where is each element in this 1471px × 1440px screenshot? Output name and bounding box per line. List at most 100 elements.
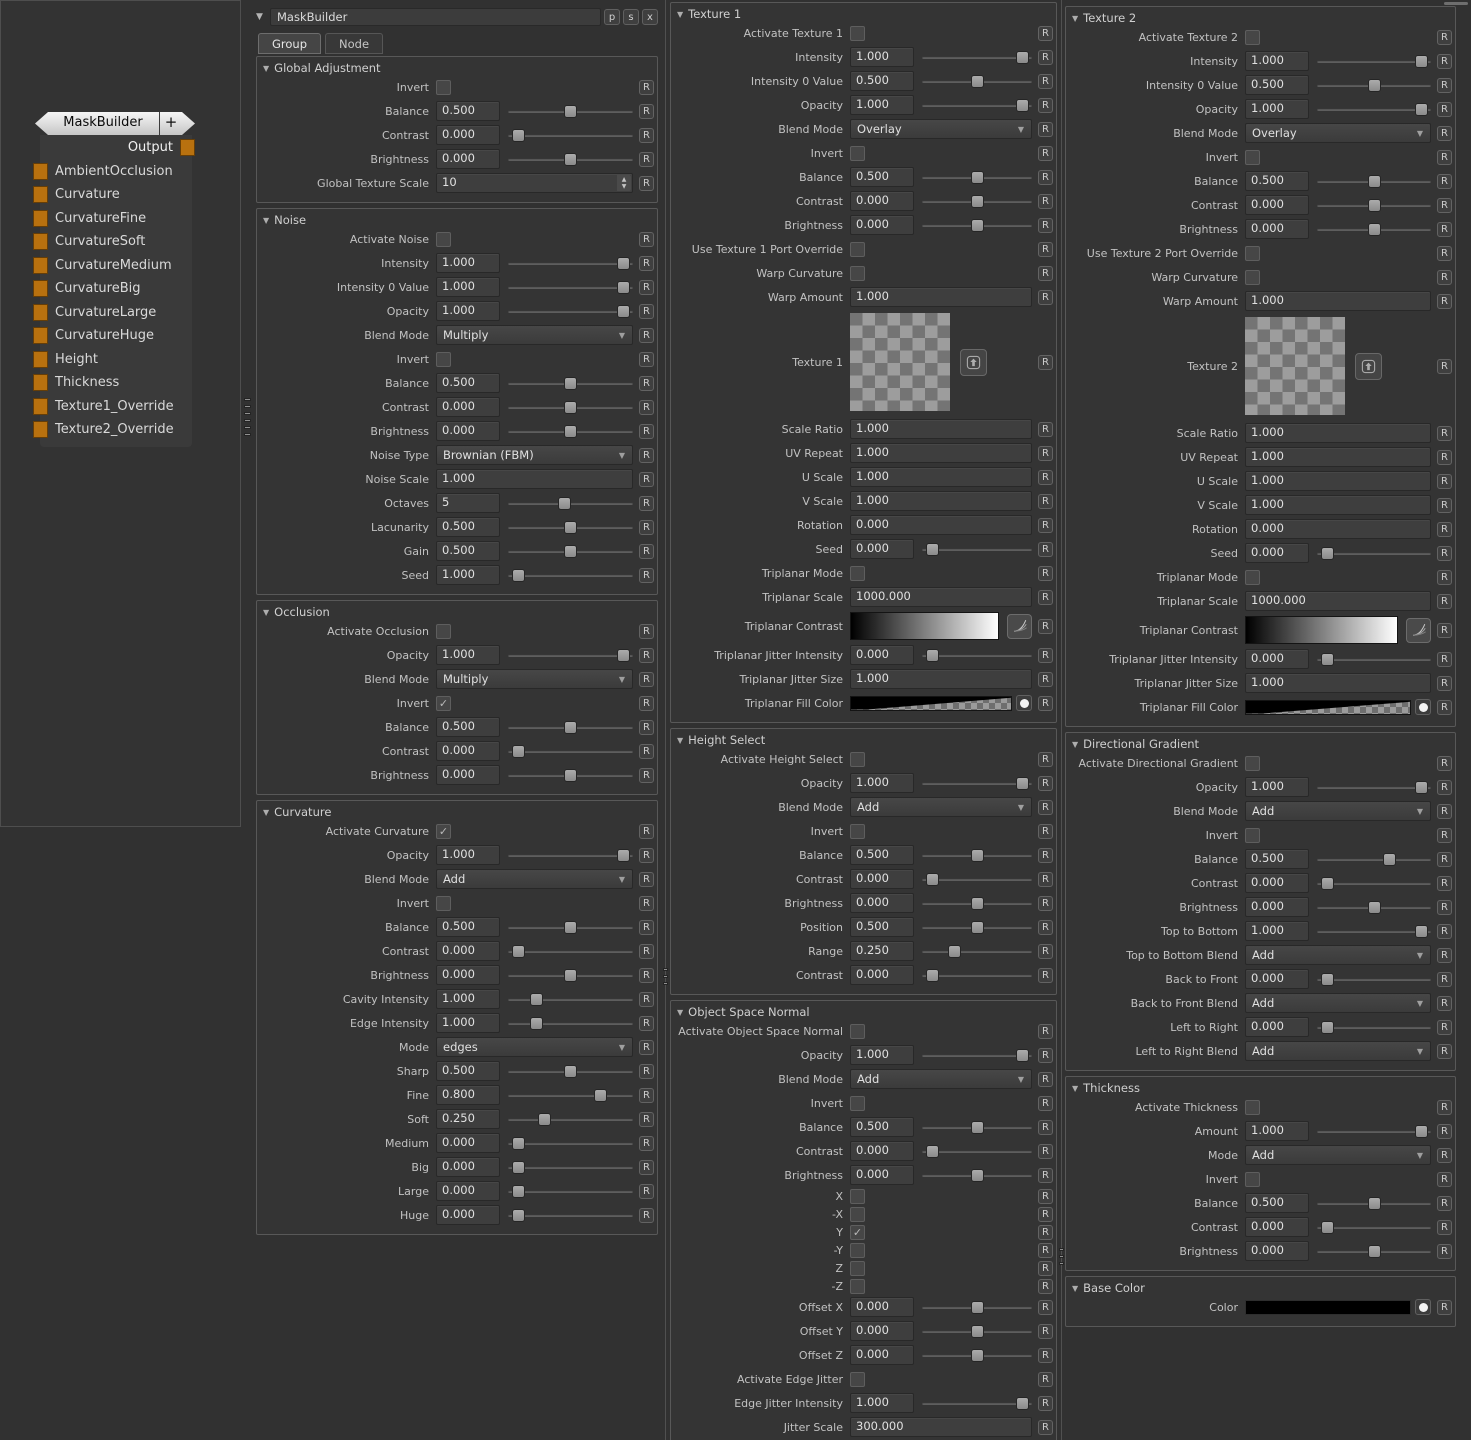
- reset-button-triplanar-scale[interactable]: R: [1437, 594, 1452, 609]
- collapse-icon[interactable]: ▼: [677, 1008, 683, 1017]
- reset-button-blend-mode[interactable]: R: [1038, 800, 1053, 815]
- offset-y-value-field[interactable]: 0.000: [850, 1321, 914, 1341]
- reset-button-amount[interactable]: R: [1437, 1124, 1452, 1139]
- blend-mode-dropdown[interactable]: Overlay▼: [850, 119, 1032, 139]
- slider-thumb-icon[interactable]: [512, 745, 525, 758]
- reset-button-invert[interactable]: R: [1038, 146, 1053, 161]
- triplanar-mode-checkbox[interactable]: [850, 566, 865, 581]
- brightness-slider[interactable]: [508, 768, 633, 783]
- reset-button-warp-curvature[interactable]: R: [1038, 266, 1053, 281]
- reset-button-balance[interactable]: R: [1437, 852, 1452, 867]
- opacity-slider[interactable]: [508, 304, 633, 319]
- opacity-slider[interactable]: [508, 648, 633, 663]
- reset-button-v-scale[interactable]: R: [1437, 498, 1452, 513]
- reset-button-z[interactable]: R: [1038, 1279, 1053, 1294]
- reset-button-huge[interactable]: R: [639, 1208, 654, 1223]
- triplanar-mode-checkbox[interactable]: [1245, 570, 1260, 585]
- slider-thumb-icon[interactable]: [530, 1017, 543, 1030]
- p-button[interactable]: p: [604, 9, 620, 25]
- reset-button-blend-mode[interactable]: R: [1437, 804, 1452, 819]
- slider-thumb-icon[interactable]: [1415, 925, 1428, 938]
- slider-thumb-icon[interactable]: [926, 969, 939, 982]
- brightness-slider[interactable]: [922, 896, 1032, 911]
- reset-button-invert[interactable]: R: [1437, 1172, 1452, 1187]
- reset-button-invert[interactable]: R: [639, 696, 654, 711]
- contrast-value-field[interactable]: 0.000: [1245, 873, 1309, 893]
- slider-thumb-icon[interactable]: [594, 1089, 607, 1102]
- warp-amount-field[interactable]: 1.000: [1245, 291, 1431, 311]
- reset-button-opacity[interactable]: R: [1038, 776, 1053, 791]
- reset-button-blend-mode[interactable]: R: [639, 328, 654, 343]
- activate-occlusion-checkbox[interactable]: [436, 624, 451, 639]
- reset-button-position[interactable]: R: [1038, 920, 1053, 935]
- activate-directional-gradient-checkbox[interactable]: [1245, 756, 1260, 771]
- slider-thumb-icon[interactable]: [617, 305, 630, 318]
- reset-button-balance[interactable]: R: [1038, 1120, 1053, 1135]
- reset-button-brightness[interactable]: R: [1038, 218, 1053, 233]
- balance-slider[interactable]: [508, 920, 633, 935]
- reset-button-intensity[interactable]: R: [1437, 54, 1452, 69]
- slider-thumb-icon[interactable]: [512, 945, 525, 958]
- opacity-value-field[interactable]: 1.000: [850, 95, 914, 115]
- tab-group[interactable]: Group: [258, 33, 321, 54]
- balance-slider[interactable]: [1317, 174, 1431, 189]
- blend-mode-dropdown[interactable]: Add▼: [850, 1069, 1032, 1089]
- slider-thumb-icon[interactable]: [564, 401, 577, 414]
- gain-slider[interactable]: [508, 544, 633, 559]
- reset-button-z[interactable]: R: [1038, 1261, 1053, 1276]
- spin-up-icon[interactable]: ▲: [622, 177, 627, 183]
- reset-button-intensity-0-value[interactable]: R: [1038, 74, 1053, 89]
- slider-thumb-icon[interactable]: [1321, 1221, 1334, 1234]
- reset-button-balance[interactable]: R: [1437, 174, 1452, 189]
- reset-button-opacity[interactable]: R: [639, 648, 654, 663]
- port-icon[interactable]: [33, 304, 48, 321]
- reset-button-blend-mode[interactable]: R: [1437, 126, 1452, 141]
- slider-thumb-icon[interactable]: [564, 425, 577, 438]
- slider-thumb-icon[interactable]: [564, 105, 577, 118]
- collapse-icon[interactable]: ▼: [677, 10, 683, 19]
- reset-button-balance[interactable]: R: [639, 376, 654, 391]
- reset-button-range[interactable]: R: [1038, 944, 1053, 959]
- slider-thumb-icon[interactable]: [617, 849, 630, 862]
- reset-button-blend-mode[interactable]: R: [1038, 122, 1053, 137]
- slider-thumb-icon[interactable]: [1016, 777, 1029, 790]
- opacity-value-field[interactable]: 1.000: [436, 845, 500, 865]
- opacity-value-field[interactable]: 1.000: [850, 1045, 914, 1065]
- collapse-icon[interactable]: ▼: [1072, 14, 1078, 23]
- reset-button-balance[interactable]: R: [639, 720, 654, 735]
- slider-thumb-icon[interactable]: [1321, 547, 1334, 560]
- contrast-value-field[interactable]: 0.000: [850, 191, 914, 211]
- slider-thumb-icon[interactable]: [926, 1145, 939, 1158]
- intensity-0-value-slider[interactable]: [1317, 78, 1431, 93]
- activate-height-select-checkbox[interactable]: [850, 752, 865, 767]
- opacity-value-field[interactable]: 1.000: [436, 645, 500, 665]
- triplanar-jitter-intensity-value-field[interactable]: 0.000: [850, 645, 914, 665]
- reset-button-jitter-scale[interactable]: R: [1038, 1420, 1053, 1435]
- reset-button-triplanar-contrast[interactable]: R: [1038, 619, 1053, 634]
- texture-2-load-button[interactable]: [1355, 353, 1382, 380]
- reset-button-invert[interactable]: R: [1038, 824, 1053, 839]
- add-port-button[interactable]: +: [159, 112, 182, 135]
- offset-x-value-field[interactable]: 0.000: [850, 1297, 914, 1317]
- reset-button-opacity[interactable]: R: [1038, 1048, 1053, 1063]
- reset-button-top-to-bottom[interactable]: R: [1437, 924, 1452, 939]
- slider-thumb-icon[interactable]: [1016, 51, 1029, 64]
- slider-thumb-icon[interactable]: [1368, 175, 1381, 188]
- contrast-value-field[interactable]: 0.000: [436, 397, 500, 417]
- slider-thumb-icon[interactable]: [971, 1349, 984, 1362]
- activate-texture-1-checkbox[interactable]: [850, 26, 865, 41]
- warp-amount-field[interactable]: 1.000: [850, 287, 1032, 307]
- node-name-field[interactable]: MaskBuilder: [270, 8, 601, 26]
- slider-thumb-icon[interactable]: [1368, 1245, 1381, 1258]
- slider-thumb-icon[interactable]: [512, 569, 525, 582]
- reset-button-triplanar-mode[interactable]: R: [1038, 566, 1053, 581]
- u-scale-field[interactable]: 1.000: [850, 467, 1032, 487]
- reset-button-use-texture-1-port-override[interactable]: R: [1038, 242, 1053, 257]
- slider-thumb-icon[interactable]: [948, 945, 961, 958]
- reset-button-invert[interactable]: R: [639, 80, 654, 95]
- slider-thumb-icon[interactable]: [564, 153, 577, 166]
- close-button[interactable]: x: [642, 9, 658, 25]
- warp-curvature-checkbox[interactable]: [1245, 270, 1260, 285]
- reset-button-intensity-0-value[interactable]: R: [1437, 78, 1452, 93]
- uv-repeat-field[interactable]: 1.000: [850, 443, 1032, 463]
